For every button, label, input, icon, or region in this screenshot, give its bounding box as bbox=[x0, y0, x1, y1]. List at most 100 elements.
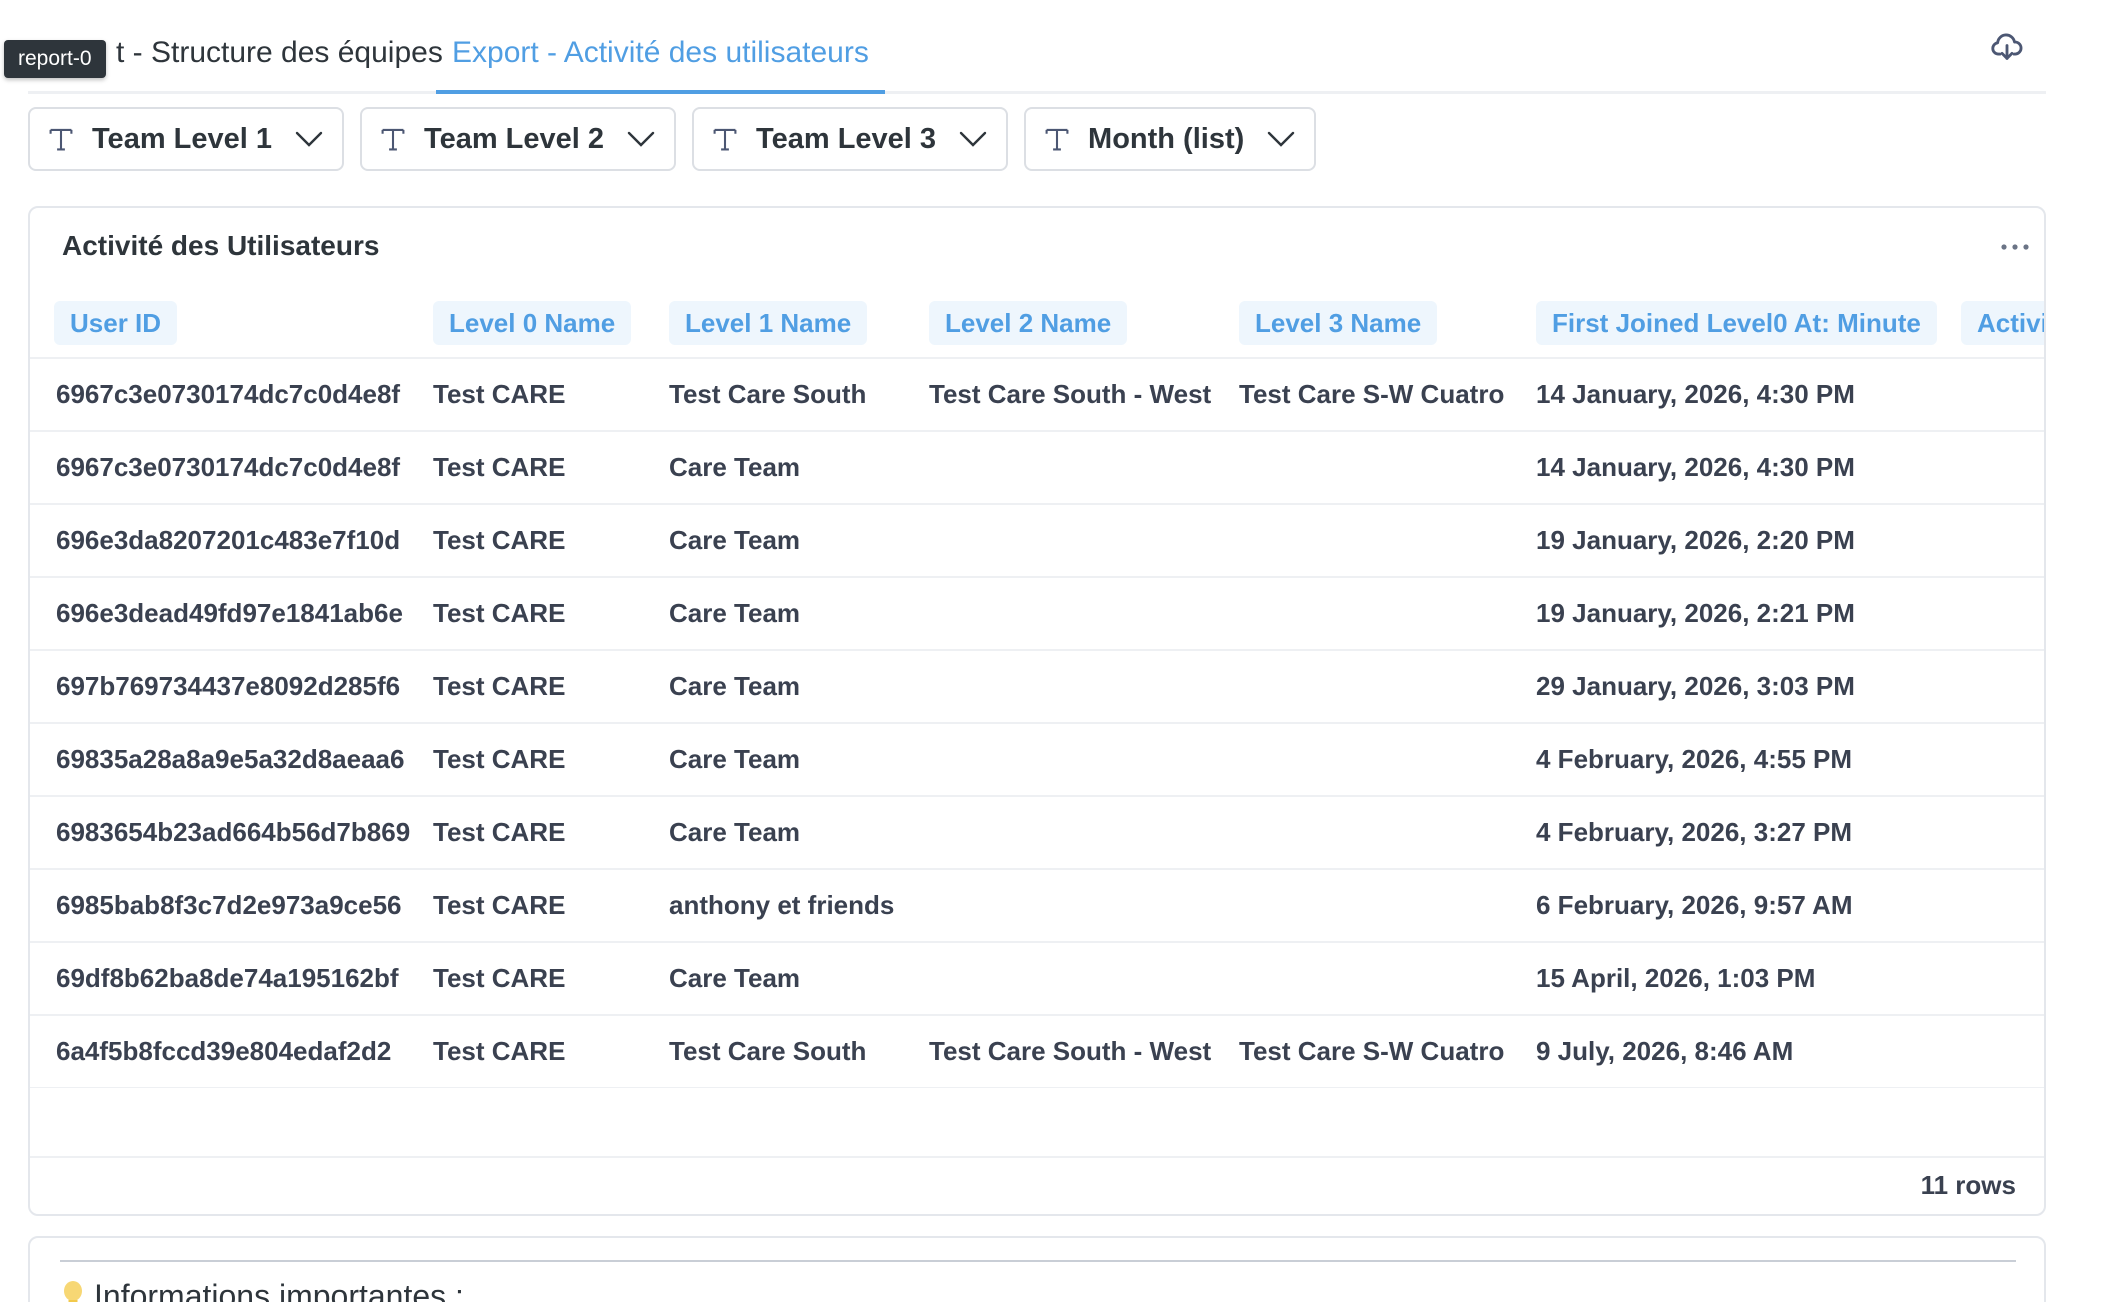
table-row[interactable]: 6a4f5b8fccd39e804edaf2d2 Test CARE Test Ca… bbox=[30, 1015, 2044, 1088]
report-tooltip: report-0 bbox=[4, 40, 106, 78]
cell-user-id: 69835a28a8a9e5a32d8aeaa6 bbox=[30, 723, 433, 797]
column-header-first-joined[interactable]: First Joined Level0 At: Minute bbox=[1536, 288, 1961, 359]
column-header-label: Level 0 Name bbox=[433, 300, 632, 345]
cell-level-2-name bbox=[929, 942, 1239, 1016]
cell-user-id: 6a4f5b8fccd39e804edaf2d2 bbox=[30, 1015, 433, 1088]
cell-level-2-name bbox=[929, 504, 1239, 578]
table-row[interactable]: 6967c3e0730174dc7c0d4e8f Test CARE Care Te… bbox=[30, 431, 2044, 505]
column-header-level-1-name[interactable]: Level 1 Name bbox=[669, 288, 929, 359]
cell-activity bbox=[1961, 431, 2044, 505]
cell-user-id: 6967c3e0730174dc7c0d4e8f bbox=[30, 358, 433, 432]
cell-level-0-name: Test CARE bbox=[433, 650, 669, 724]
column-header-label: First Joined Level0 At: Minute bbox=[1536, 300, 1937, 345]
cell-level-3-name bbox=[1239, 942, 1536, 1016]
cell-user-id: 6983654b23ad664b56d7b869 bbox=[30, 796, 433, 870]
table-row[interactable]: 6983654b23ad664b56d7b869 Test CARE Care Te… bbox=[30, 796, 2044, 870]
tab-structure-des-equipes[interactable]: t - Structure des équipes bbox=[116, 0, 443, 94]
cell-level-1-name: Care Team bbox=[669, 723, 929, 797]
info-title-text: Informations importantes : bbox=[94, 1278, 464, 1302]
cell-level-2-name bbox=[929, 869, 1239, 943]
chevron-down-icon bbox=[627, 131, 655, 147]
text-type-icon bbox=[713, 128, 737, 151]
cell-user-id: 6967c3e0730174dc7c0d4e8f bbox=[30, 431, 433, 505]
cell-level-0-name: Test CARE bbox=[433, 358, 669, 432]
text-type-icon bbox=[1045, 128, 1069, 151]
chevron-down-icon bbox=[295, 131, 323, 147]
table-row[interactable]: 69835a28a8a9e5a32d8aeaa6 Test CARE Care Te… bbox=[30, 723, 2044, 797]
table-body: 6967c3e0730174dc7c0d4e8f Test CARE Test Ca… bbox=[30, 358, 2044, 1088]
cell-level-1-name: Care Team bbox=[669, 504, 929, 578]
cell-level-0-name: Test CARE bbox=[433, 869, 669, 943]
cell-level-1-name: Test Care South bbox=[669, 1015, 929, 1088]
cell-level-3-name bbox=[1239, 431, 1536, 505]
cell-first-joined: 14 January, 2026, 4:30 PM bbox=[1536, 358, 1961, 432]
cell-level-3-name bbox=[1239, 796, 1536, 870]
cell-activity bbox=[1961, 723, 2044, 797]
column-header-label: User ID bbox=[54, 300, 178, 345]
row-count: 11 rows bbox=[1920, 1170, 2016, 1200]
cell-user-id: 696e3dead49fd97e1841ab6e bbox=[30, 577, 433, 651]
cell-level-3-name bbox=[1239, 650, 1536, 724]
cell-level-1-name: Care Team bbox=[669, 577, 929, 651]
cell-first-joined: 14 January, 2026, 4:30 PM bbox=[1536, 431, 1961, 505]
cell-first-joined: 19 January, 2026, 2:20 PM bbox=[1536, 504, 1961, 578]
cell-activity bbox=[1961, 796, 2044, 870]
filter-bar: Team Level 1 Team Level 2 Team Level 3 M… bbox=[28, 107, 1317, 171]
table-row[interactable]: 6967c3e0730174dc7c0d4e8f Test CARE Test Ca… bbox=[30, 358, 2044, 432]
cell-level-2-name: Test Care South - West bbox=[929, 358, 1239, 432]
cell-user-id: 69df8b62ba8de74a195162bf bbox=[30, 942, 433, 1016]
table-row[interactable]: 697b769734437e8092d285f6 Test CARE Care Te… bbox=[30, 650, 2044, 724]
cell-first-joined: 4 February, 2026, 4:55 PM bbox=[1536, 723, 1961, 797]
cell-level-0-name: Test CARE bbox=[433, 431, 669, 505]
cell-level-2-name bbox=[929, 577, 1239, 651]
chevron-down-icon bbox=[959, 131, 987, 147]
filter-label: Team Level 1 bbox=[92, 122, 273, 155]
column-header-label: Activi bbox=[1961, 300, 2044, 345]
user-activity-card: Activité des Utilisateurs User ID Level … bbox=[28, 206, 2046, 1216]
column-header-label: Level 1 Name bbox=[669, 300, 868, 345]
cell-level-3-name bbox=[1239, 504, 1536, 578]
cell-level-1-name: Care Team bbox=[669, 796, 929, 870]
cell-activity bbox=[1961, 1015, 2044, 1088]
cell-level-3-name: Test Care S-W Cuatro bbox=[1239, 1015, 1536, 1088]
cell-activity bbox=[1961, 358, 2044, 432]
cell-level-2-name: Test Care South - West bbox=[929, 1015, 1239, 1088]
cell-first-joined: 29 January, 2026, 3:03 PM bbox=[1536, 650, 1961, 724]
filter-team-level-1[interactable]: Team Level 1 bbox=[28, 107, 345, 171]
cell-activity bbox=[1961, 869, 2044, 943]
cell-level-2-name bbox=[929, 431, 1239, 505]
column-header-user-id[interactable]: User ID bbox=[30, 288, 433, 359]
cell-activity bbox=[1961, 650, 2044, 724]
cell-level-0-name: Test CARE bbox=[433, 723, 669, 797]
column-header-level-2-name[interactable]: Level 2 Name bbox=[929, 288, 1239, 359]
cell-first-joined: 4 February, 2026, 3:27 PM bbox=[1536, 796, 1961, 870]
more-horizontal-icon[interactable] bbox=[2000, 242, 2030, 252]
cell-level-0-name: Test CARE bbox=[433, 504, 669, 578]
column-header-activity[interactable]: Activi bbox=[1961, 288, 2044, 359]
tab-export-activite-utilisateurs[interactable]: Export - Activité des utilisateurs bbox=[436, 0, 885, 94]
table-header-row: User ID Level 0 Name Level 1 Name Level … bbox=[30, 288, 2044, 359]
filter-month-list[interactable]: Month (list) bbox=[1024, 107, 1317, 171]
cell-level-0-name: Test CARE bbox=[433, 796, 669, 870]
column-header-level-3-name[interactable]: Level 3 Name bbox=[1239, 288, 1536, 359]
filter-team-level-2[interactable]: Team Level 2 bbox=[360, 107, 677, 171]
cell-level-1-name: Care Team bbox=[669, 942, 929, 1016]
cell-first-joined: 19 January, 2026, 2:21 PM bbox=[1536, 577, 1961, 651]
filter-label: Month (list) bbox=[1088, 122, 1245, 155]
table-row[interactable]: 696e3dead49fd97e1841ab6e Test CARE Care Te… bbox=[30, 577, 2044, 651]
table-row[interactable]: 69df8b62ba8de74a195162bf Test CARE Care Te… bbox=[30, 942, 2044, 1016]
table-row[interactable]: 6985bab8f3c7d2e973a9ce56 Test CARE anthony… bbox=[30, 869, 2044, 943]
cell-user-id: 696e3da8207201c483e7f10d bbox=[30, 504, 433, 578]
column-header-label: Level 2 Name bbox=[929, 300, 1128, 345]
cell-level-1-name: anthony et friends bbox=[669, 869, 929, 943]
cell-level-0-name: Test CARE bbox=[433, 577, 669, 651]
cloud-download-icon[interactable] bbox=[1990, 30, 2024, 64]
cell-level-1-name: Care Team bbox=[669, 650, 929, 724]
cell-level-0-name: Test CARE bbox=[433, 1015, 669, 1088]
cell-level-2-name bbox=[929, 796, 1239, 870]
cell-first-joined: 6 February, 2026, 9:57 AM bbox=[1536, 869, 1961, 943]
filter-team-level-3[interactable]: Team Level 3 bbox=[692, 107, 1009, 171]
data-table-scroll[interactable]: User ID Level 0 Name Level 1 Name Level … bbox=[30, 288, 2044, 1088]
column-header-level-0-name[interactable]: Level 0 Name bbox=[433, 288, 669, 359]
table-row[interactable]: 696e3da8207201c483e7f10d Test CARE Care Te… bbox=[30, 504, 2044, 578]
